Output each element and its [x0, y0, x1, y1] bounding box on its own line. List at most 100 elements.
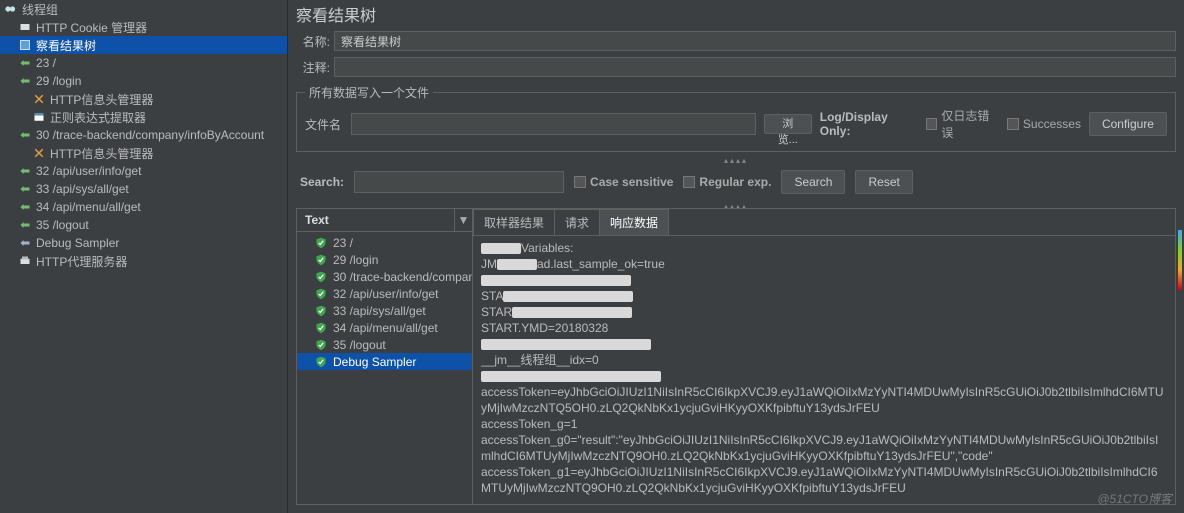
search-bar: Search: Case sensitive Regular exp. Sear…	[288, 162, 1184, 202]
tree-item[interactable]: 察看结果树	[0, 36, 287, 54]
tree-item-label: 32 /api/user/info/get	[36, 164, 141, 178]
successes-checkbox[interactable]: Successes	[1007, 117, 1081, 131]
tree-item-label: 23 /	[36, 56, 56, 70]
tree-item-label: HTTP Cookie 管理器	[36, 19, 147, 36]
file-label: 文件名	[305, 116, 343, 133]
tree-item[interactable]: 线程组	[0, 0, 287, 18]
result-tabs: 取样器结果 请求 响应数据	[473, 209, 1175, 236]
tree-item-label: 察看结果树	[36, 37, 96, 54]
debug-icon	[18, 236, 32, 250]
result-item-label: 32 /api/user/info/get	[333, 287, 438, 301]
results-tree-icon	[18, 38, 32, 52]
errors-only-checkbox[interactable]: 仅日志错误	[926, 107, 999, 141]
tab-request[interactable]: 请求	[554, 209, 600, 235]
sampler-icon	[18, 164, 32, 178]
search-label: Search:	[300, 175, 344, 189]
sampler-icon	[18, 200, 32, 214]
success-shield-icon	[315, 305, 327, 317]
tree-item-label: 34 /api/menu/all/get	[36, 200, 141, 214]
comment-input[interactable]	[334, 57, 1176, 77]
result-item[interactable]: Debug Sampler	[297, 353, 472, 370]
tree-item-label: HTTP信息头管理器	[50, 91, 153, 108]
result-item[interactable]: 30 /trace-backend/company/i	[297, 268, 472, 285]
tab-response-data[interactable]: 响应数据	[599, 209, 669, 235]
result-item-label: Debug Sampler	[333, 355, 416, 369]
tree-item[interactable]: HTTP信息头管理器	[0, 144, 287, 162]
tree-item[interactable]: 34 /api/menu/all/get	[0, 198, 287, 216]
tree-item-label: 33 /api/sys/all/get	[36, 182, 129, 196]
tree-item[interactable]: 32 /api/user/info/get	[0, 162, 287, 180]
case-sensitive-checkbox[interactable]: Case sensitive	[574, 175, 673, 189]
result-item[interactable]: 35 /logout	[297, 336, 472, 353]
tree-item[interactable]: Debug Sampler	[0, 234, 287, 252]
name-input[interactable]	[334, 31, 1176, 51]
tree-item[interactable]: HTTP信息头管理器	[0, 90, 287, 108]
tree-item[interactable]: 33 /api/sys/all/get	[0, 180, 287, 198]
regex-checkbox[interactable]: Regular exp.	[683, 175, 771, 189]
success-shield-icon	[315, 288, 327, 300]
comment-label: 注释:	[296, 59, 330, 76]
output-file-fieldset: 所有数据写入一个文件 文件名 浏览... Log/Display Only: 仅…	[296, 84, 1176, 152]
tree-item[interactable]: 35 /logout	[0, 216, 287, 234]
success-shield-icon	[315, 237, 327, 249]
results-left-pane: Text ▼ 23 / 29 /login 30 /trace-backend/co…	[297, 209, 473, 504]
regex-icon	[32, 110, 46, 124]
tree-item[interactable]: 23 /	[0, 54, 287, 72]
success-shield-icon	[315, 322, 327, 334]
result-item[interactable]: 34 /api/menu/all/get	[297, 319, 472, 336]
watermark: @51CTO博客	[1097, 490, 1172, 507]
tree-item-label: HTTP信息头管理器	[50, 145, 153, 162]
header-mgr-icon	[32, 146, 46, 160]
success-shield-icon	[315, 339, 327, 351]
result-item-label: 34 /api/menu/all/get	[333, 321, 438, 335]
tab-sampler-result[interactable]: 取样器结果	[473, 209, 555, 235]
tree-item-label: 正则表达式提取器	[50, 109, 146, 126]
thread-group-icon	[4, 2, 18, 16]
result-item-label: 35 /logout	[333, 338, 386, 352]
header-mgr-icon	[32, 92, 46, 106]
main-panel: 察看结果树 名称: 注释: 所有数据写入一个文件 文件名 浏览... Log/D…	[288, 0, 1184, 513]
reset-button[interactable]: Reset	[855, 170, 912, 194]
tree-item[interactable]: 29 /login	[0, 72, 287, 90]
result-item-label: 29 /login	[333, 253, 378, 267]
sampler-icon	[18, 182, 32, 196]
result-item[interactable]: 29 /login	[297, 251, 472, 268]
sampler-icon	[18, 56, 32, 70]
result-item-label: 30 /trace-backend/company/i	[333, 270, 472, 284]
sampler-icon	[18, 218, 32, 232]
tree-item[interactable]: HTTP代理服务器	[0, 252, 287, 270]
configure-button[interactable]: Configure	[1089, 112, 1167, 136]
cookie-icon	[18, 20, 32, 34]
search-input[interactable]	[354, 171, 564, 193]
test-plan-tree: 线程组HTTP Cookie 管理器察看结果树 23 / 29 /login HTTP…	[0, 0, 288, 513]
tree-item[interactable]: 正则表达式提取器	[0, 108, 287, 126]
tree-item[interactable]: 30 /trace-backend/company/infoByAccount	[0, 126, 287, 144]
success-shield-icon	[315, 271, 327, 283]
tree-item-label: Debug Sampler	[36, 236, 119, 250]
result-item[interactable]: 23 /	[297, 234, 472, 251]
result-item-label: 33 /api/sys/all/get	[333, 304, 426, 318]
chevron-down-icon: ▼	[454, 209, 472, 231]
response-body[interactable]: Variables: JMad.last_sample_ok=true STA …	[473, 236, 1175, 504]
renderer-combo[interactable]: Text ▼	[297, 209, 472, 232]
result-item[interactable]: 32 /api/user/info/get	[297, 285, 472, 302]
browse-button[interactable]: 浏览...	[764, 114, 812, 134]
fieldset-legend: 所有数据写入一个文件	[305, 84, 433, 101]
success-shield-icon	[315, 356, 327, 368]
logdisplay-label: Log/Display Only:	[820, 110, 918, 138]
proxy-icon	[18, 254, 32, 268]
file-input[interactable]	[351, 113, 755, 135]
success-shield-icon	[315, 254, 327, 266]
result-item[interactable]: 33 /api/sys/all/get	[297, 302, 472, 319]
name-label: 名称:	[296, 33, 330, 50]
tree-item-label: 线程组	[22, 1, 58, 18]
search-button[interactable]: Search	[781, 170, 845, 194]
results-right-pane: 取样器结果 请求 响应数据 Variables: JMad.last_sampl…	[473, 209, 1175, 504]
sampler-icon	[18, 128, 32, 142]
tree-item-label: 35 /logout	[36, 218, 89, 232]
tree-item-label: 30 /trace-backend/company/infoByAccount	[36, 128, 264, 142]
tree-item-label: 29 /login	[36, 74, 81, 88]
sampler-icon	[18, 74, 32, 88]
result-item-label: 23 /	[333, 236, 353, 250]
tree-item[interactable]: HTTP Cookie 管理器	[0, 18, 287, 36]
